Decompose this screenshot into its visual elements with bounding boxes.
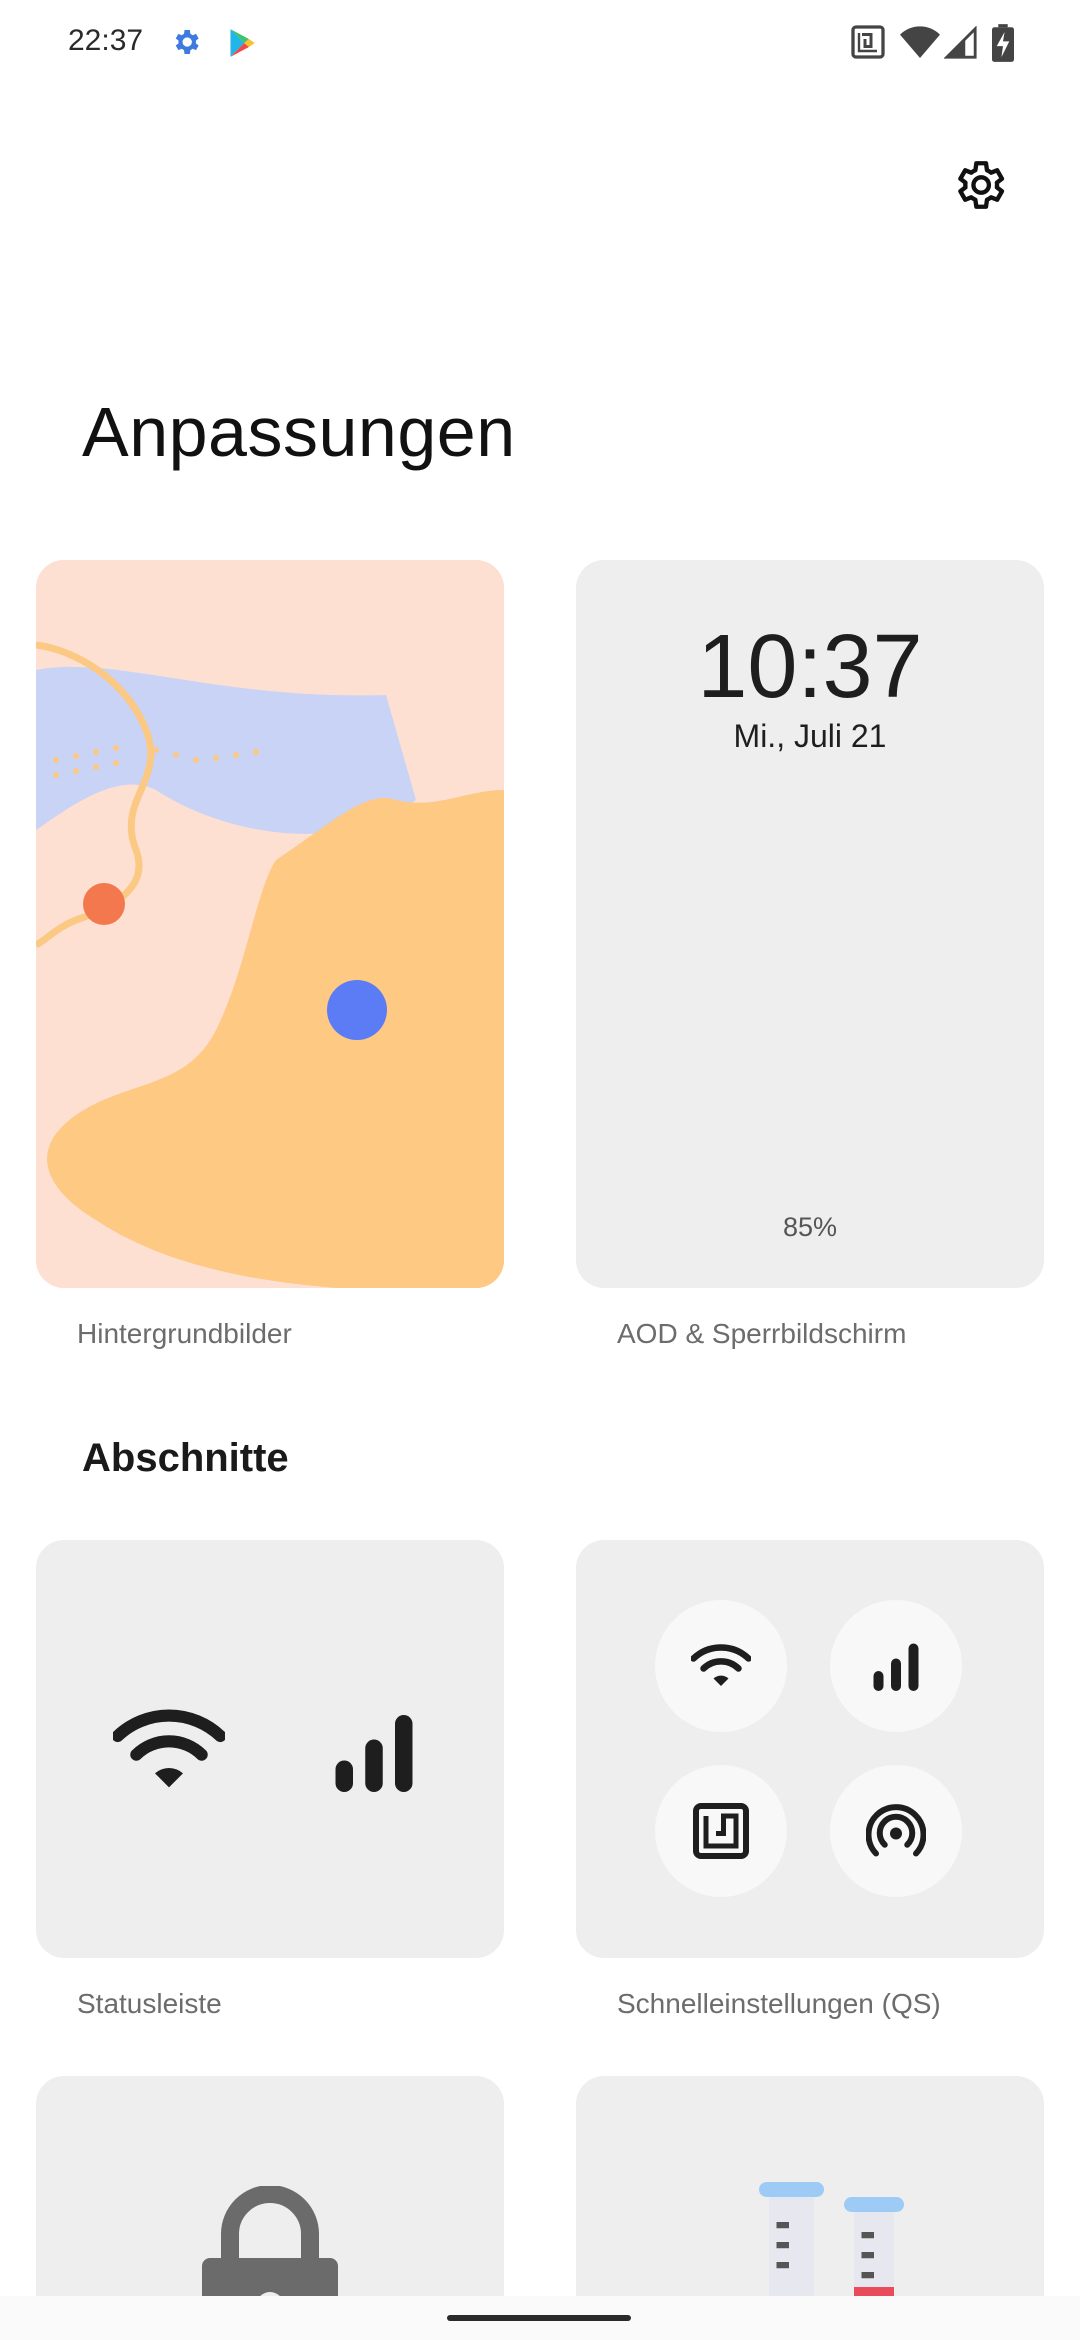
hotspot-icon: [866, 1804, 926, 1857]
aod-label: AOD & Sperrbildschirm: [617, 1318, 907, 1349]
status-bar: 22:37: [0, 0, 1080, 88]
wallpaper-preview: [36, 560, 504, 1288]
qs-tile-nfc: [655, 1765, 787, 1897]
wifi-icon: [113, 1709, 225, 1788]
wallpaper-label: Hintergrundbilder: [77, 1318, 292, 1349]
qs-tile-signal: [830, 1600, 962, 1732]
wifi-icon: [900, 26, 940, 58]
signal-icon: [873, 1643, 919, 1691]
screen: 22:37 Anpassungen Hintergrundbilder 10:3…: [0, 0, 1080, 2340]
quick-settings-card[interactable]: [576, 1540, 1044, 1958]
qs-tile-hotspot: [830, 1765, 962, 1897]
home-gesture-handle[interactable]: [447, 2315, 631, 2321]
gear-icon: [175, 30, 199, 54]
qs-tile-wifi: [655, 1600, 787, 1732]
nfc-icon: [693, 1803, 749, 1859]
signal-icon: [944, 26, 977, 59]
aod-date: Mi., Juli 21: [733, 718, 887, 754]
quick-settings-label: Schnelleinstellungen (QS): [617, 1988, 941, 2019]
statusbar-card[interactable]: [36, 1540, 504, 1958]
status-time: 22:37: [68, 24, 144, 57]
signal-icon: [335, 1715, 413, 1792]
statusbar-label: Statusleiste: [77, 1988, 222, 2019]
wallpaper-card[interactable]: [36, 560, 504, 1288]
page-title: Anpassungen: [82, 393, 516, 471]
battery-icon: [992, 24, 1014, 62]
aod-lockscreen-card[interactable]: 10:37 Mi., Juli 21 85%: [576, 560, 1044, 1288]
aod-time: 10:37: [697, 617, 923, 717]
play-store-icon: [230, 29, 255, 57]
nfc-icon: [851, 25, 885, 59]
settings-gear-button[interactable]: [950, 156, 1008, 214]
aod-battery: 85%: [782, 1212, 838, 1242]
wifi-icon: [691, 1644, 751, 1686]
section-heading: Abschnitte: [82, 1436, 289, 1480]
